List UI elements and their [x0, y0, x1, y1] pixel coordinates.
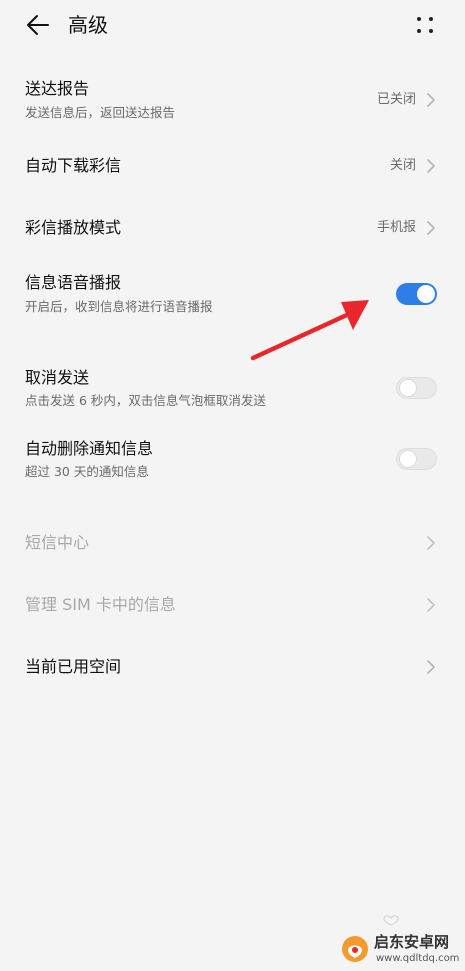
watermark: 启东安卓网 www.qdltdq.com [336, 930, 464, 970]
setting-row-delivery-report[interactable]: 送达报告 发送信息后，返回送达报告 已关闭 [0, 72, 465, 134]
chevron-right-icon [427, 598, 435, 612]
setting-label: 短信中心 [25, 533, 90, 552]
setting-description: 点击发送 6 秒内，双击信息气泡框取消发送 [25, 393, 266, 408]
setting-row-sms-center[interactable]: 短信中心 [0, 522, 465, 564]
setting-value: 关闭 [389, 158, 416, 173]
setting-description: 超过 30 天的通知信息 [25, 464, 149, 479]
chevron-right-icon [427, 536, 435, 550]
setting-value: 已关闭 [376, 92, 416, 107]
watermark-name: 启东安卓网 [374, 933, 450, 951]
voice-broadcast-toggle[interactable] [396, 283, 437, 305]
setting-label: 信息语音播报 [25, 273, 122, 292]
top-app-bar: 高级 [0, 0, 465, 50]
auto-delete-notifications-toggle[interactable] [396, 448, 437, 470]
page-title: 高级 [68, 13, 108, 37]
setting-description: 开启后，收到信息将进行语音播报 [25, 299, 213, 314]
watermark-logo-icon [342, 936, 368, 962]
setting-label: 自动下载彩信 [25, 156, 122, 175]
chevron-right-icon [427, 221, 435, 235]
watermark-url: www.qdltdq.com [376, 953, 460, 964]
setting-row-cancel-send: 取消发送 点击发送 6 秒内，双击信息气泡框取消发送 [0, 363, 465, 419]
toggle-knob [399, 450, 417, 468]
setting-label: 当前已用空间 [25, 657, 122, 676]
toggle-knob [417, 285, 435, 303]
annotation-arrow-icon [250, 300, 369, 361]
chevron-right-icon [427, 93, 435, 107]
chevron-right-icon [427, 159, 435, 173]
setting-row-mms-playback-mode[interactable]: 彩信播放模式 手机报 [0, 207, 465, 249]
setting-row-storage-used[interactable]: 当前已用空间 [0, 646, 465, 688]
setting-label: 彩信播放模式 [25, 218, 122, 237]
toggle-knob [399, 379, 417, 397]
setting-row-auto-delete-notifications: 自动删除通知信息 超过 30 天的通知信息 [0, 434, 465, 490]
setting-row-auto-download-mms[interactable]: 自动下载彩信 关闭 [0, 145, 465, 187]
setting-row-manage-sim-messages[interactable]: 管理 SIM 卡中的信息 [0, 584, 465, 626]
setting-label: 自动删除通知信息 [25, 439, 154, 458]
chevron-right-icon [427, 660, 435, 674]
setting-label: 送达报告 [25, 79, 90, 98]
more-dots-icon[interactable] [412, 12, 438, 38]
arrow-left-icon[interactable] [24, 11, 52, 39]
setting-label: 管理 SIM 卡中的信息 [25, 595, 176, 614]
setting-label: 取消发送 [25, 368, 90, 387]
cancel-send-toggle[interactable] [396, 377, 437, 399]
setting-description: 发送信息后，返回送达报告 [25, 105, 176, 120]
setting-row-voice-broadcast: 信息语音播报 开启后，收到信息将进行语音播报 [0, 268, 465, 326]
setting-value: 手机报 [376, 220, 416, 235]
faint-heart-icon [383, 915, 399, 926]
